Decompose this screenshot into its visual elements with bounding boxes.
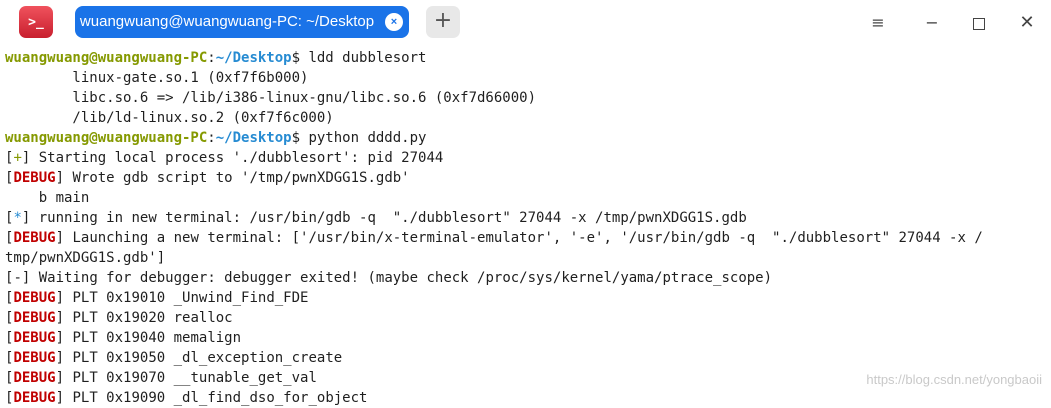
menu-icon[interactable]: ≡ [864, 10, 892, 36]
minimize-icon[interactable]: − [918, 10, 946, 36]
prompt-path: ~/Desktop [215, 50, 292, 66]
status-tag-star: * [13, 210, 22, 226]
tab-close-icon[interactable]: × [385, 13, 403, 31]
terminal-line: [*] running in new terminal: /usr/bin/gd… [5, 210, 747, 226]
prompt-colon: : [207, 50, 216, 66]
debug-tag: DEBUG [13, 310, 56, 326]
terminal-line: [DEBUG] PLT 0x19020 realloc [5, 310, 233, 326]
terminal-line: /lib/ld-linux.so.2 (0xf7f6c000) [5, 110, 334, 126]
line-text: PLT 0x19020 realloc [64, 310, 233, 326]
line-text: Launching a new terminal: ['/usr/bin/x-t… [64, 230, 983, 246]
title-bar: >_ wuangwuang@wuangwuang-PC: ~/Desktop ×… [0, 0, 1051, 46]
line-text: Waiting for debugger: debugger exited! (… [30, 270, 773, 286]
prompt-user: wuangwuang@wuangwuang-PC [5, 130, 208, 146]
terminal-line: linux-gate.so.1 (0xf7f6b000) [5, 70, 309, 86]
line-text: PLT 0x19010 _Unwind_Find_FDE [64, 290, 309, 306]
line-text: Starting local process './dubblesort': p… [30, 150, 444, 166]
tab-terminal[interactable]: wuangwuang@wuangwuang-PC: ~/Desktop × [75, 6, 409, 38]
prompt-colon: : [207, 130, 216, 146]
prompt-dollar: $ [291, 50, 309, 66]
status-tag-plus: + [13, 150, 22, 166]
line-text: running in new terminal: /usr/bin/gdb -q… [30, 210, 747, 226]
terminal-line: [+] Starting local process './dubblesort… [5, 150, 444, 166]
line-text: PLT 0x19050 _dl_exception_create [64, 350, 343, 366]
terminal-line: [DEBUG] Wrote gdb script to '/tmp/pwnXDG… [5, 170, 410, 186]
terminal-line-prompt-2: wuangwuang@wuangwuang-PC:~/Desktop$ pyth… [5, 128, 426, 148]
command-text: python dddd.py [308, 130, 427, 146]
terminal-output[interactable]: wuangwuang@wuangwuang-PC:~/Desktop$ ldd … [0, 46, 1051, 406]
terminal-line: tmp/pwnXDGG1S.gdb'] [5, 250, 166, 266]
line-text: PLT 0x19040 memalign [64, 330, 242, 346]
debug-tag: DEBUG [13, 170, 56, 186]
prompt-path: ~/Desktop [215, 130, 292, 146]
debug-tag: DEBUG [13, 330, 56, 346]
prompt-user: wuangwuang@wuangwuang-PC [5, 50, 208, 66]
line-text: Wrote gdb script to '/tmp/pwnXDGG1S.gdb' [64, 170, 410, 186]
debug-tag: DEBUG [13, 390, 56, 406]
terminal-line: [DEBUG] PLT 0x19070 __tunable_get_val [5, 370, 317, 386]
tab-title: wuangwuang@wuangwuang-PC: ~/Desktop [79, 13, 375, 30]
terminal-app-icon[interactable]: >_ [19, 6, 53, 38]
watermark: https://blog.csdn.net/yongbaoii [866, 372, 1042, 387]
close-icon[interactable]: ✕ [1013, 10, 1041, 36]
terminal-line: [DEBUG] PLT 0x19090 _dl_find_dso_for_obj… [5, 390, 368, 406]
terminal-line-prompt-1: wuangwuang@wuangwuang-PC:~/Desktop$ ldd … [5, 48, 426, 68]
debug-tag: DEBUG [13, 230, 56, 246]
new-tab-button[interactable]: + [426, 6, 460, 38]
terminal-line: [-] Waiting for debugger: debugger exite… [5, 270, 773, 286]
terminal-line: [DEBUG] PLT 0x19050 _dl_exception_create [5, 350, 343, 366]
terminal-line: [DEBUG] PLT 0x19010 _Unwind_Find_FDE [5, 290, 309, 306]
line-text: PLT 0x19090 _dl_find_dso_for_object [64, 390, 368, 406]
debug-tag: DEBUG [13, 370, 56, 386]
line-text: PLT 0x19070 __tunable_get_val [64, 370, 317, 386]
debug-tag: DEBUG [13, 350, 56, 366]
prompt-dollar: $ [291, 130, 309, 146]
status-tag-minus: - [13, 270, 22, 286]
command-text: ldd dubblesort [308, 50, 427, 66]
terminal-line: [DEBUG] PLT 0x19040 memalign [5, 330, 242, 346]
debug-tag: DEBUG [13, 290, 56, 306]
maximize-icon[interactable] [965, 10, 993, 36]
terminal-line: b main [5, 190, 90, 206]
terminal-line: [DEBUG] Launching a new terminal: ['/usr… [5, 230, 983, 246]
terminal-line: libc.so.6 => /lib/i386-linux-gnu/libc.so… [5, 90, 537, 106]
